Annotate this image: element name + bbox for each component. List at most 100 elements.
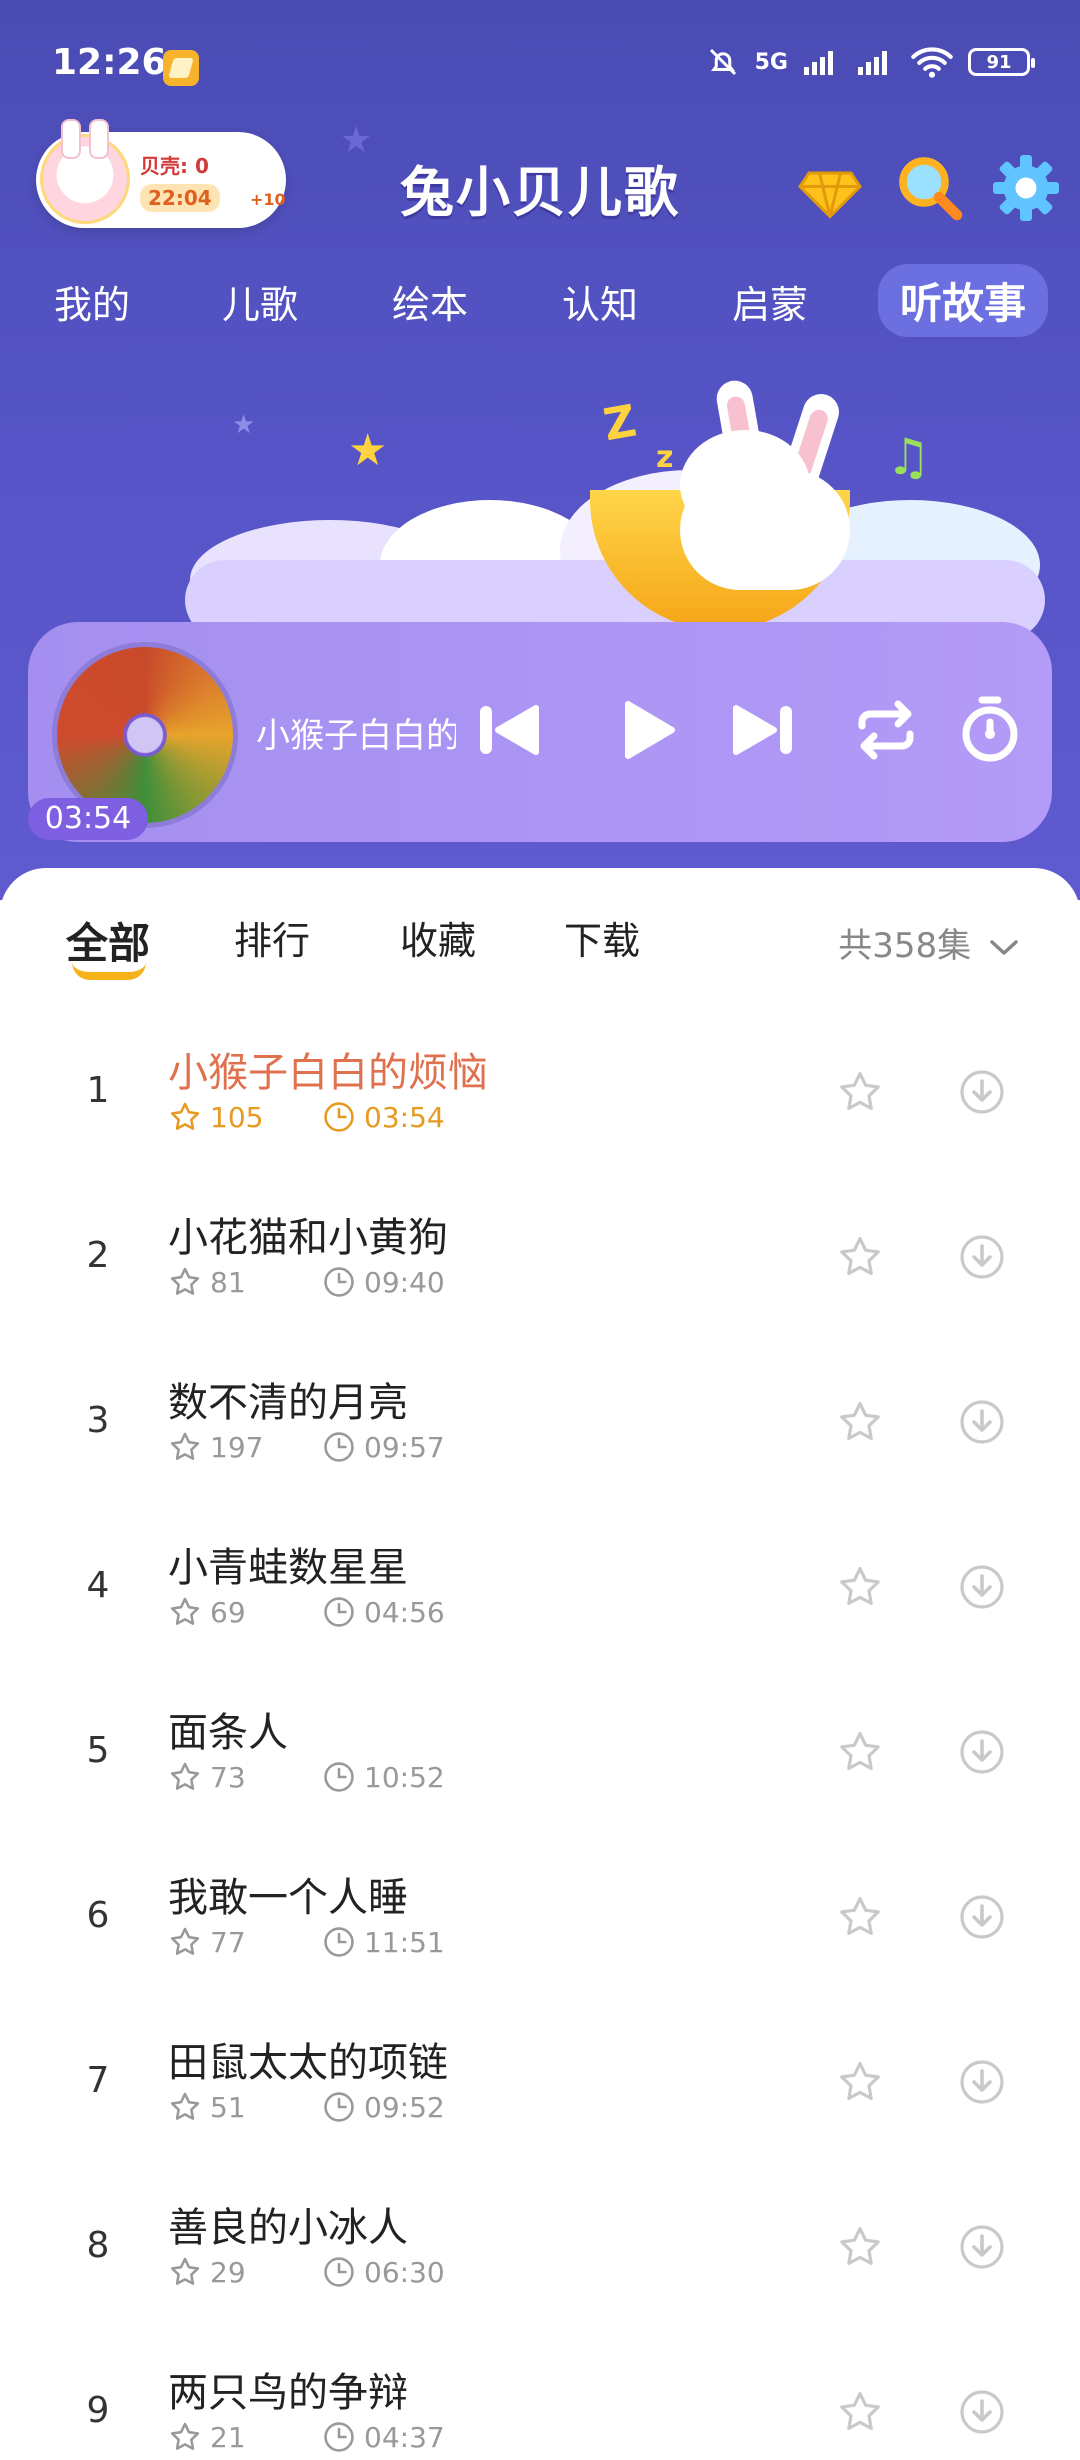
next-track-icon[interactable] xyxy=(724,690,804,770)
story-meta: 105 03:54 xyxy=(168,1100,445,1134)
story-meta: 69 04:56 xyxy=(168,1595,445,1629)
story-meta: 21 04:37 xyxy=(168,2420,445,2454)
story-row[interactable]: 5 面条人 73 10:52 xyxy=(0,1700,1080,1865)
likes-count: 73 xyxy=(210,1760,246,1794)
tab-ranking[interactable]: 排行 xyxy=(234,910,310,965)
duration-label: 04:56 xyxy=(364,1595,445,1629)
likes-count: 197 xyxy=(210,1430,264,1464)
notification-app-icon xyxy=(163,50,199,86)
favorite-star-icon[interactable] xyxy=(836,2058,884,2106)
download-icon[interactable] xyxy=(958,1728,1006,1776)
favorite-star-icon[interactable] xyxy=(836,1068,884,1116)
story-row[interactable]: 9 两只鸟的争辩 21 04:37 xyxy=(0,2360,1080,2460)
story-title: 小花猫和小黄狗 xyxy=(168,1215,448,1261)
episode-count[interactable]: 共358集 xyxy=(838,918,1020,967)
story-meta: 197 09:57 xyxy=(168,1430,445,1464)
download-icon[interactable] xyxy=(958,2388,1006,2436)
search-icon[interactable] xyxy=(894,152,966,224)
gear-icon[interactable] xyxy=(990,152,1062,224)
story-meta: 81 09:40 xyxy=(168,1265,445,1299)
star-outline-icon xyxy=(170,1927,200,1955)
tab-cognition[interactable]: 认知 xyxy=(562,274,638,329)
duration-label: 09:57 xyxy=(364,1430,445,1464)
favorite-star-icon[interactable] xyxy=(836,1728,884,1776)
download-icon[interactable] xyxy=(958,1398,1006,1446)
tab-stories[interactable]: 听故事 xyxy=(878,264,1049,337)
active-tab-indicator xyxy=(72,962,146,980)
tab-favorites[interactable]: 收藏 xyxy=(400,910,476,965)
status-bar: 12:26 5G 91 xyxy=(0,0,1080,100)
tab-songs[interactable]: 儿歌 xyxy=(222,274,298,329)
tab-downloads[interactable]: 下载 xyxy=(564,910,640,965)
tab-mine[interactable]: 我的 xyxy=(54,274,130,329)
story-number: 9 xyxy=(86,2390,110,2431)
app-logo: 兔小贝儿歌 xyxy=(400,161,680,224)
story-row[interactable]: 8 善良的小冰人 29 06:30 xyxy=(0,2195,1080,2360)
sleep-timer-icon[interactable] xyxy=(950,690,1030,770)
duration-label: 06:30 xyxy=(364,2255,445,2289)
clock-icon xyxy=(324,2257,354,2287)
story-row[interactable]: 7 田鼠太太的项链 51 09:52 xyxy=(0,2030,1080,2195)
duration-label: 11:51 xyxy=(364,1925,445,1959)
story-row[interactable]: 6 我敢一个人睡 77 11:51 xyxy=(0,1865,1080,2030)
avatar xyxy=(40,119,130,224)
category-tabs: 我的 儿歌 绘本 认知 启蒙 听故事 xyxy=(0,264,1080,338)
story-row[interactable]: 4 小青蛙数星星 69 04:56 xyxy=(0,1535,1080,1700)
star-outline-icon xyxy=(170,2092,200,2120)
elapsed-time: 03:54 xyxy=(28,798,148,840)
story-row[interactable]: 3 数不清的月亮 197 09:57 xyxy=(0,1370,1080,1535)
download-icon[interactable] xyxy=(958,2058,1006,2106)
story-title: 我敢一个人睡 xyxy=(168,1875,408,1921)
story-number: 8 xyxy=(86,2225,110,2266)
story-row[interactable]: 2 小花猫和小黄狗 81 09:40 xyxy=(0,1205,1080,1370)
likes-count: 105 xyxy=(210,1100,264,1134)
star-outline-icon xyxy=(170,1597,200,1625)
now-playing-title[interactable]: 小猴子白白的烦恼 xyxy=(256,708,456,758)
download-icon[interactable] xyxy=(958,1893,1006,1941)
favorite-star-icon[interactable] xyxy=(836,1893,884,1941)
star-outline-icon xyxy=(170,1267,200,1295)
story-number: 3 xyxy=(86,1400,110,1441)
star-decoration-icon: ★ xyxy=(232,410,256,440)
download-icon[interactable] xyxy=(958,2223,1006,2271)
story-number: 5 xyxy=(86,1730,110,1771)
favorite-star-icon[interactable] xyxy=(836,1233,884,1281)
download-icon[interactable] xyxy=(958,1233,1006,1281)
story-number: 7 xyxy=(86,2060,110,2101)
repeat-icon[interactable] xyxy=(846,690,926,770)
play-icon[interactable] xyxy=(606,690,686,770)
tab-enlightenment[interactable]: 启蒙 xyxy=(732,274,808,329)
favorite-star-icon[interactable] xyxy=(836,1563,884,1611)
story-meta: 73 10:52 xyxy=(168,1760,445,1794)
vip-diamond-icon[interactable] xyxy=(794,152,866,224)
clock-icon xyxy=(324,1267,354,1297)
countdown-timer: 22:04 xyxy=(140,184,220,212)
beike-balance-card[interactable]: 贝壳: 0 22:04 +10 xyxy=(36,119,286,228)
story-title: 数不清的月亮 xyxy=(168,1380,408,1426)
duration-label: 10:52 xyxy=(364,1760,445,1794)
story-number: 1 xyxy=(86,1070,110,1111)
chevron-down-icon xyxy=(990,940,1018,955)
duration-label: 09:52 xyxy=(364,2090,445,2124)
star-decoration-icon: ★ xyxy=(348,425,388,476)
signal-icon xyxy=(858,51,887,75)
story-meta: 51 09:52 xyxy=(168,2090,445,2124)
duration-label: 09:40 xyxy=(364,1265,445,1299)
story-title: 两只鸟的争辩 xyxy=(168,2370,408,2416)
likes-count: 77 xyxy=(210,1925,246,1959)
likes-count: 51 xyxy=(210,2090,246,2124)
network-label: 5G xyxy=(754,49,788,75)
download-icon[interactable] xyxy=(958,1068,1006,1116)
favorite-star-icon[interactable] xyxy=(836,2388,884,2436)
story-row[interactable]: 1 小猴子白白的烦恼 105 03:54 xyxy=(0,1040,1080,1205)
previous-track-icon[interactable] xyxy=(468,690,548,770)
favorite-star-icon[interactable] xyxy=(836,1398,884,1446)
music-note-icon: ♫ xyxy=(886,428,931,486)
favorite-star-icon[interactable] xyxy=(836,2223,884,2271)
tab-picture-books[interactable]: 绘本 xyxy=(392,274,468,329)
wifi-icon xyxy=(911,47,953,78)
clock-icon xyxy=(324,2092,354,2122)
download-icon[interactable] xyxy=(958,1563,1006,1611)
battery-indicator: 91 xyxy=(968,48,1035,76)
star-decoration-icon: ★ xyxy=(340,120,373,161)
